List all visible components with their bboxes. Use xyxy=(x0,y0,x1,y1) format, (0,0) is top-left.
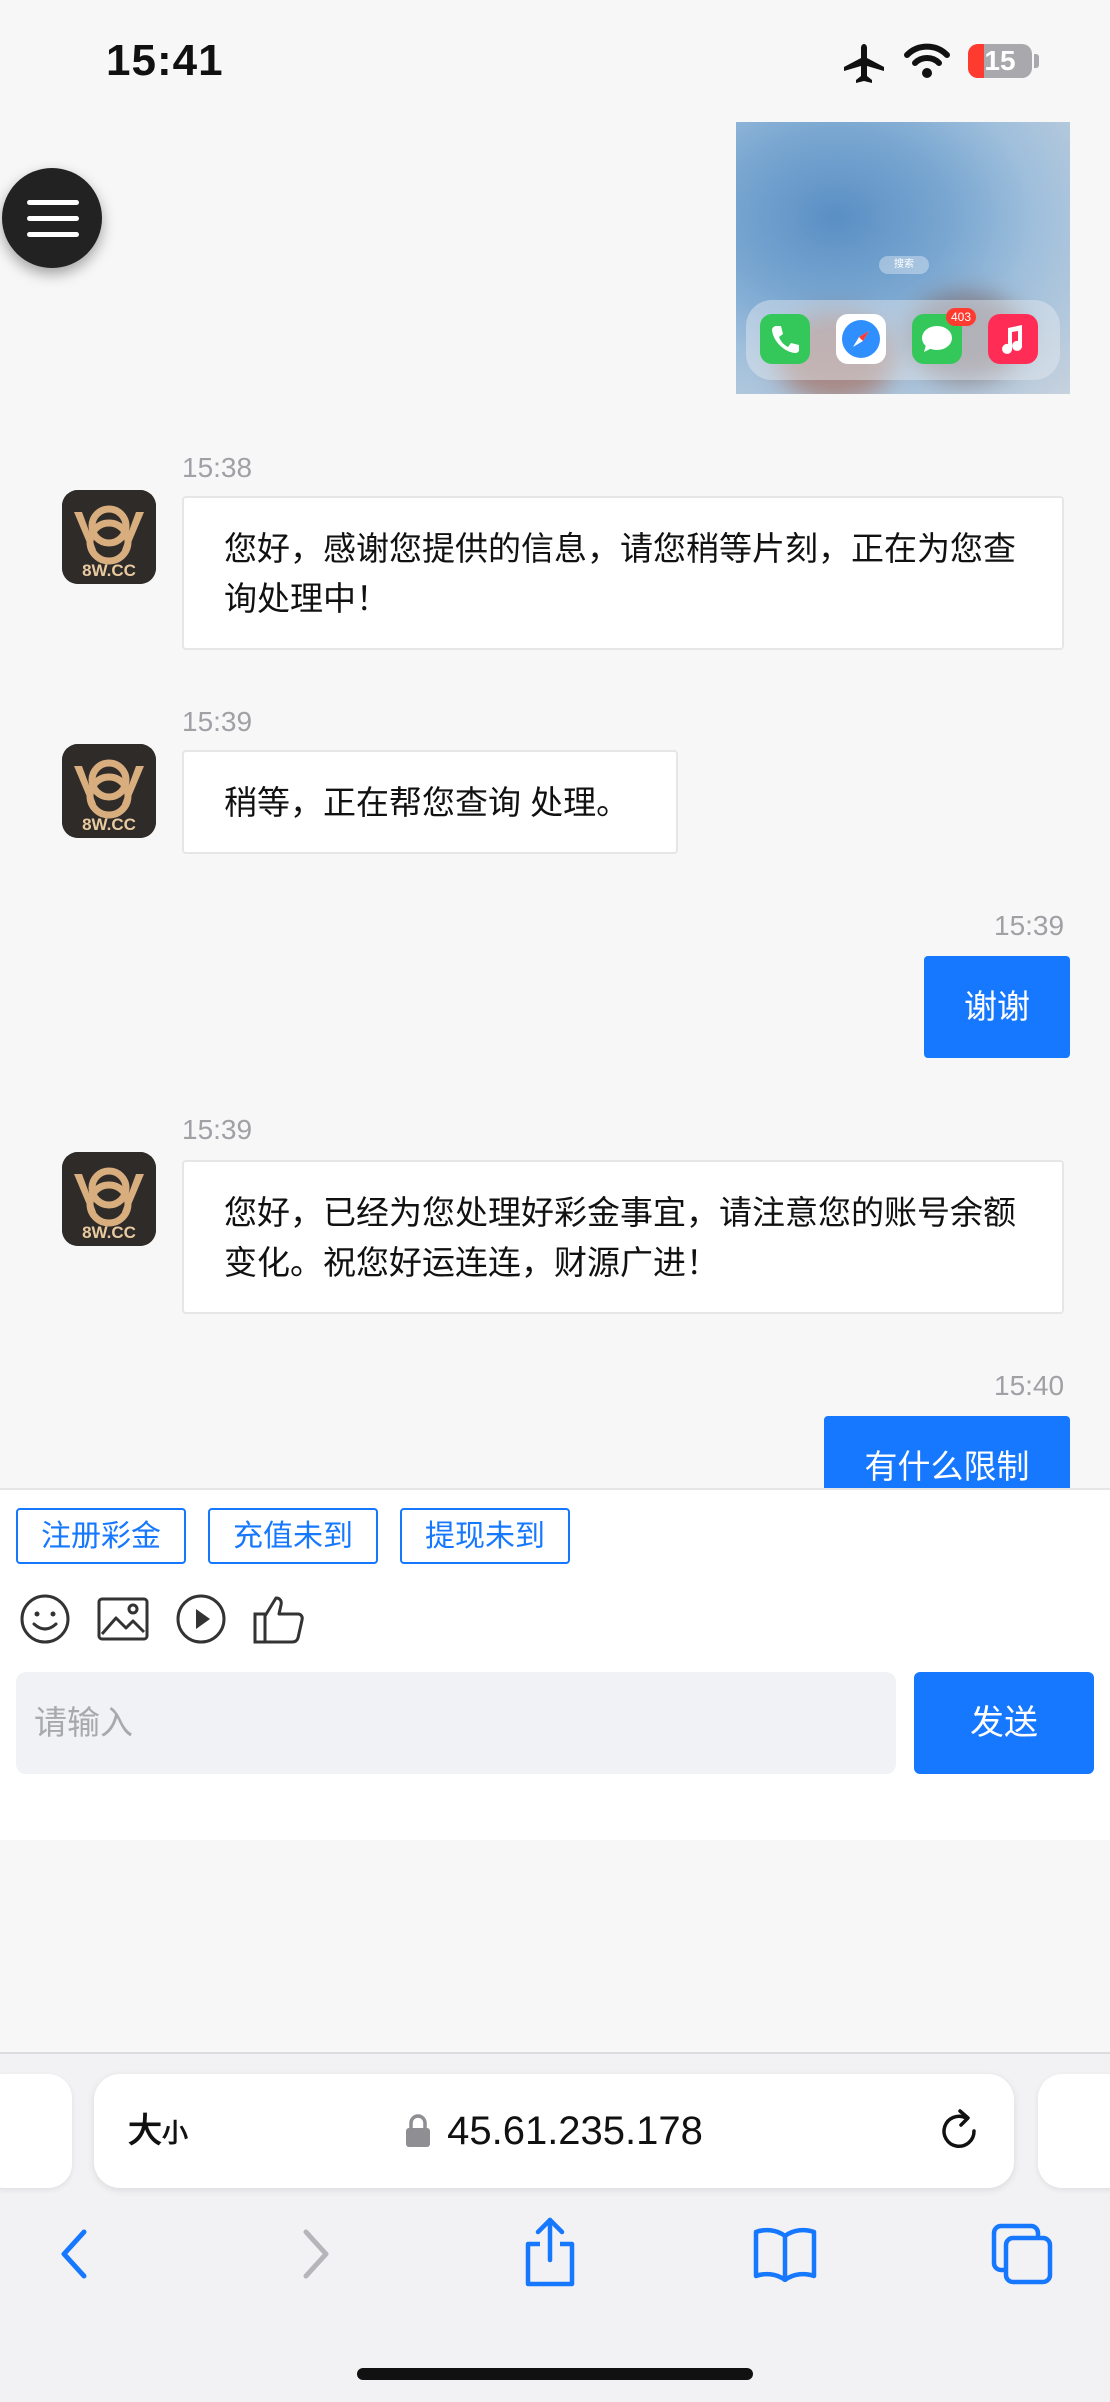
agent-avatar: 8W.CC xyxy=(62,490,156,584)
battery-level: 15 xyxy=(984,45,1016,76)
share-icon[interactable] xyxy=(522,2216,578,2288)
forward-icon[interactable] xyxy=(296,2226,336,2282)
back-icon[interactable] xyxy=(54,2226,94,2282)
user-message-bubble[interactable]: 有什么限制 xyxy=(824,1416,1070,1488)
thumbs-up-icon[interactable] xyxy=(252,1592,306,1646)
reload-icon[interactable] xyxy=(936,2108,982,2154)
url-text: 45.61.235.178 xyxy=(447,2109,703,2153)
status-time: 15:41 xyxy=(106,36,224,85)
wifi-icon xyxy=(904,43,950,78)
user-message-bubble[interactable]: 谢谢 xyxy=(924,956,1070,1058)
user-message-clip: 有什么限制 xyxy=(824,1416,1070,1488)
image-search-pill: 搜索 xyxy=(879,256,929,274)
avatar-label: 8W.CC xyxy=(82,815,136,834)
quick-reply-deposit-missing[interactable]: 充值未到 xyxy=(208,1508,378,1564)
message-input-placeholder: 请输入 xyxy=(34,1704,133,1741)
next-tab-preview[interactable] xyxy=(1038,2074,1110,2188)
agent-message-bubble[interactable]: 稍等，正在帮您查询 处理。 xyxy=(182,750,678,854)
previous-tab-preview[interactable] xyxy=(0,2074,72,2188)
agent-avatar: 8W.CC xyxy=(62,744,156,838)
music-app-icon xyxy=(988,314,1038,364)
avatar-label: 8W.CC xyxy=(82,1223,136,1242)
messages-badge: 403 xyxy=(946,308,976,326)
tabs-icon[interactable] xyxy=(990,2222,1054,2286)
image-icon[interactable] xyxy=(96,1592,150,1646)
url-text-row: 45.61.235.178 xyxy=(94,2074,1014,2188)
menu-button[interactable] xyxy=(2,168,102,268)
safari-app-icon xyxy=(836,314,886,364)
home-indicator xyxy=(357,2368,753,2380)
message-time: 15:39 xyxy=(182,706,253,737)
agent-message-bubble[interactable]: 您好，感谢您提供的信息，请您稍等片刻，正在为您查询处理中！ xyxy=(182,496,1064,650)
avatar-label: 8W.CC xyxy=(82,561,136,580)
airplane-icon xyxy=(844,44,884,83)
bookmarks-icon[interactable] xyxy=(752,2226,818,2282)
lock-icon xyxy=(406,2114,431,2147)
send-button[interactable]: 发送 xyxy=(914,1672,1094,1774)
message-time: 15:40 xyxy=(994,1370,1065,1401)
address-bar[interactable]: 大小 45.61.235.178 xyxy=(94,2074,1014,2188)
phone-app-icon xyxy=(760,314,810,364)
message-time: 15:39 xyxy=(994,910,1065,941)
video-icon[interactable] xyxy=(174,1592,228,1646)
emoji-icon[interactable] xyxy=(18,1592,72,1646)
sent-image-message[interactable]: 搜索 403 xyxy=(736,122,1070,394)
agent-message-bubble[interactable]: 您好，已经为您处理好彩金事宜，请注意您的账号余额变化。祝您好运连连，财源广进！ xyxy=(182,1160,1064,1314)
battery-indicator: 15 xyxy=(968,44,1032,78)
quick-reply-withdraw-missing[interactable]: 提现未到 xyxy=(400,1508,570,1564)
quick-reply-register-bonus[interactable]: 注册彩金 xyxy=(16,1508,186,1564)
message-time: 15:39 xyxy=(182,1114,253,1145)
agent-avatar: 8W.CC xyxy=(62,1152,156,1246)
message-input[interactable]: 请输入 xyxy=(16,1672,896,1774)
battery-cap xyxy=(1034,54,1039,68)
message-time: 15:38 xyxy=(182,452,253,483)
